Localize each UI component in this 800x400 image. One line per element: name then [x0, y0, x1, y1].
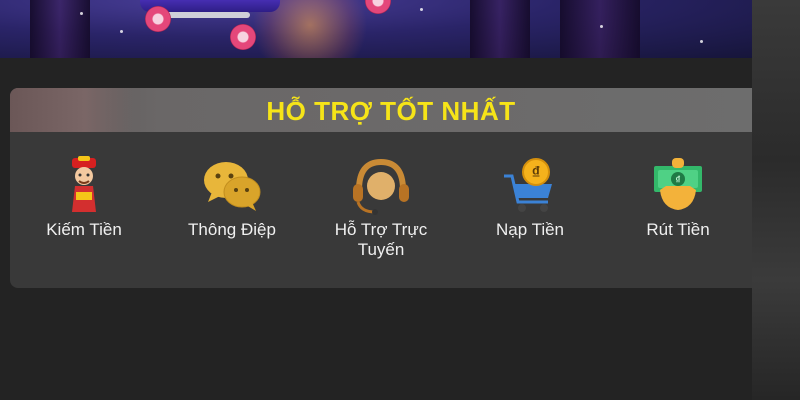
top-banner-image: [0, 0, 752, 58]
headset-icon: [345, 156, 417, 216]
shopping-cart-dong-icon: ₫: [494, 156, 566, 216]
god-of-wealth-icon: [48, 156, 120, 216]
menu-item-withdraw[interactable]: ₫ Rút Tiền: [608, 156, 748, 240]
svg-text:₫: ₫: [675, 175, 680, 186]
menu-item-earn-money[interactable]: Kiếm Tiền: [14, 156, 154, 240]
menu-item-label: Kiếm Tiền: [46, 220, 122, 239]
menu-item-label: Nạp Tiền: [495, 220, 565, 239]
panel-title: HỖ TRỢ TỐT NHẤT: [266, 96, 516, 126]
hand-money-icon: ₫: [642, 156, 714, 216]
chat-bubbles-icon: [196, 156, 268, 216]
svg-text:₫: ₫: [532, 163, 541, 182]
side-background: [752, 0, 800, 400]
support-panel: HỖ TRỢ TỐT NHẤT Kiếm Tiền Thông Điệp Hỗ …: [10, 88, 752, 288]
menu-item-label: Hỗ Trợ Trực Tuyến: [334, 220, 428, 259]
menu-item-message[interactable]: Thông Điệp: [162, 156, 302, 240]
menu-item-label: Rút Tiền: [646, 220, 710, 239]
menu-item-label: Thông Điệp: [188, 220, 276, 239]
menu-item-deposit[interactable]: ₫ Nạp Tiền: [460, 156, 600, 240]
menu-item-online-support[interactable]: Hỗ Trợ Trực Tuyến: [311, 156, 451, 260]
